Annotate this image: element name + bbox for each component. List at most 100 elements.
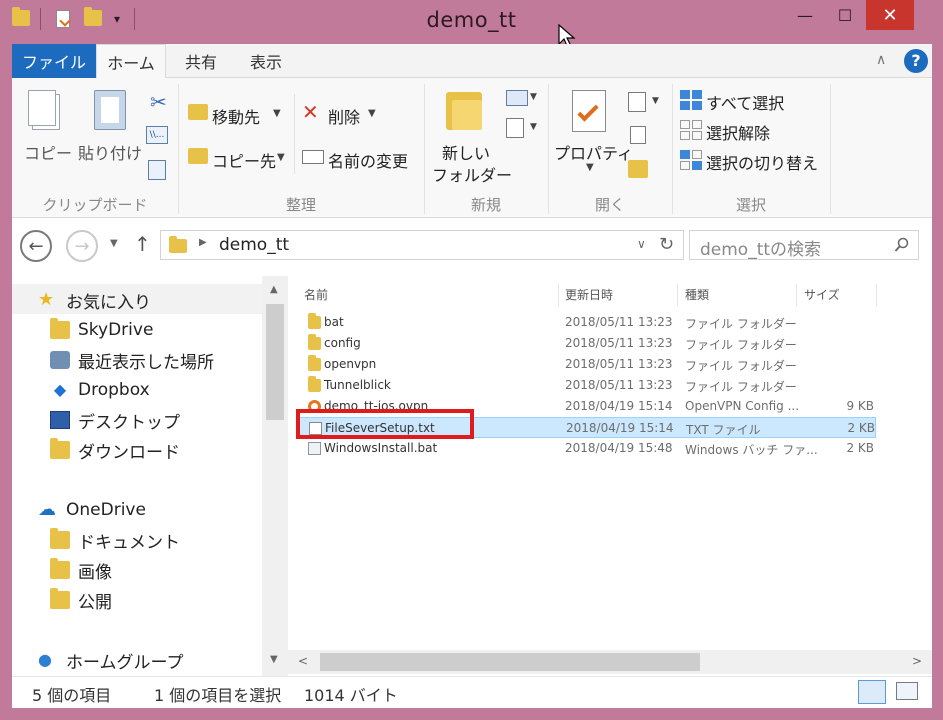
sidebar-item-label: お気に入り [66, 292, 151, 313]
table-row[interactable]: openvpn 2018/05/11 13:23 ファイル フォルダー [296, 354, 876, 375]
column-header-date[interactable]: 更新日時 [565, 286, 613, 303]
recent-locations-icon[interactable]: ▼ [110, 238, 118, 249]
cut-icon[interactable]: ✂ [150, 90, 167, 114]
easy-access-icon[interactable] [506, 118, 524, 138]
chevron-down-icon[interactable]: ▼ [586, 162, 594, 173]
horizontal-scrollbar[interactable]: < > [288, 650, 932, 674]
rename-icon [302, 150, 324, 164]
tab-file[interactable]: ファイル [12, 44, 96, 78]
column-header-type[interactable]: 種類 [685, 286, 709, 303]
sidebar-item-pictures[interactable]: 画像 [50, 556, 112, 584]
sidebar-item-onedrive[interactable]: ☁ OneDrive [38, 496, 146, 524]
table-row[interactable]: config 2018/05/11 13:23 ファイル フォルダー [296, 333, 876, 354]
file-name: config [324, 336, 361, 350]
maximize-button[interactable]: ☐ [822, 0, 868, 30]
scroll-down-icon[interactable]: ▼ [270, 654, 278, 665]
forward-button[interactable]: → [66, 230, 98, 262]
table-row[interactable]: Tunnelblick 2018/05/11 13:23 ファイル フォルダー [296, 375, 876, 396]
scrollbar-thumb[interactable] [266, 304, 284, 420]
copy-path-icon[interactable]: \\... [146, 126, 168, 144]
downloads-icon [50, 438, 70, 459]
group-label-clipboard: クリップボード [42, 196, 148, 214]
folder-icon [50, 528, 70, 549]
file-date: 2018/04/19 15:48 [565, 441, 673, 455]
sidebar-item-label: 画像 [78, 562, 112, 583]
new-folder-line1[interactable]: 新しい [442, 140, 490, 164]
scroll-up-icon[interactable]: ▲ [270, 284, 278, 295]
vertical-scrollbar[interactable]: ▲ ▼ [262, 276, 288, 676]
tab-view[interactable]: 表示 [238, 44, 294, 78]
group-label-organize: 整理 [285, 196, 316, 214]
collapse-ribbon-icon[interactable]: ∧ [876, 52, 886, 68]
chevron-down-icon[interactable]: ▼ [530, 92, 537, 102]
help-icon[interactable]: ? [904, 49, 928, 73]
copy-button[interactable]: コピー [24, 140, 72, 164]
sidebar-item-label: デスクトップ [78, 412, 180, 433]
move-to-button[interactable]: 移動先 [212, 104, 260, 128]
divider [796, 284, 797, 306]
sidebar-item-recent[interactable]: 最近表示した場所 [50, 346, 214, 374]
select-all-button[interactable]: すべて選択 [706, 90, 784, 114]
sidebar-item-desktop[interactable]: デスクトップ [50, 406, 180, 434]
invert-selection-button[interactable]: 選択の切り替え [706, 150, 818, 174]
chevron-down-icon[interactable]: ▼ [273, 108, 281, 119]
breadcrumb[interactable]: demo_tt [219, 235, 289, 255]
file-date: 2018/04/19 15:14 [565, 399, 673, 413]
scroll-right-icon[interactable]: > [912, 654, 922, 668]
chevron-down-icon[interactable]: ▼ [368, 108, 376, 119]
back-button[interactable]: ← [20, 230, 52, 262]
open-icon[interactable] [628, 92, 646, 112]
large-icons-view-icon[interactable] [896, 682, 918, 700]
new-folder-line2[interactable]: フォルダー [432, 162, 512, 186]
sidebar-item-homegroup[interactable]: ● ホームグループ [38, 646, 183, 674]
recent-places-icon [50, 351, 70, 369]
delete-button[interactable]: 削除 [328, 104, 360, 128]
rename-button[interactable]: 名前の変更 [328, 148, 408, 172]
refresh-icon[interactable]: ↻ [659, 234, 674, 255]
chevron-right-icon[interactable]: ▶ [199, 237, 207, 248]
status-size: 1014 バイト [304, 686, 398, 705]
tab-home[interactable]: ホーム [96, 44, 166, 79]
table-row[interactable]: bat 2018/05/11 13:23 ファイル フォルダー [296, 312, 876, 333]
chevron-down-icon[interactable]: ▼ [277, 152, 285, 163]
column-header-size[interactable]: サイズ [804, 286, 840, 303]
sidebar-item-dropbox[interactable]: ◆ Dropbox [50, 376, 150, 404]
file-type: ファイル フォルダー [685, 359, 797, 373]
select-none-button[interactable]: 選択解除 [706, 120, 770, 144]
divider [294, 94, 295, 174]
paste-shortcut-icon[interactable] [148, 160, 166, 180]
copy-to-button[interactable]: コピー先 [212, 148, 276, 172]
group-label-new: 新規 [470, 196, 501, 214]
column-header-name[interactable]: 名前 [304, 286, 328, 303]
address-bar[interactable]: ▶ demo_tt ∨ ↻ [160, 230, 684, 260]
file-date: 2018/05/11 13:23 [565, 357, 673, 371]
paste-button[interactable]: 貼り付け [78, 140, 142, 164]
sidebar-item-label: 最近表示した場所 [78, 352, 214, 373]
scroll-left-icon[interactable]: < [298, 654, 308, 668]
search-box[interactable]: demo_ttの検索 [689, 230, 919, 260]
sidebar-item-documents[interactable]: ドキュメント [50, 526, 180, 554]
scrollbar-thumb[interactable] [320, 653, 700, 671]
table-row[interactable]: WindowsInstall.bat 2018/04/19 15:48 Wind… [296, 438, 876, 459]
star-icon: ★ [38, 289, 55, 310]
close-button[interactable]: ✕ [866, 0, 914, 30]
chevron-down-icon[interactable]: ▼ [652, 96, 659, 106]
sidebar-item-public[interactable]: 公開 [50, 586, 112, 614]
search-input[interactable]: demo_ttの検索 [700, 235, 821, 260]
up-button[interactable]: ↑ [134, 232, 151, 256]
folder-icon [308, 313, 321, 329]
tab-share[interactable]: 共有 [172, 44, 230, 78]
sidebar-item-skydrive[interactable]: SkyDrive [50, 316, 153, 344]
history-icon[interactable] [628, 160, 648, 178]
search-icon[interactable] [894, 237, 910, 253]
new-item-icon[interactable] [506, 90, 528, 106]
properties-button[interactable]: プロパティ [554, 140, 633, 164]
file-date: 2018/04/19 15:14 [566, 421, 674, 435]
details-view-icon[interactable] [858, 680, 886, 704]
chevron-down-icon[interactable]: ▼ [530, 122, 537, 132]
chevron-down-icon[interactable]: ∨ [637, 237, 646, 251]
sidebar-item-favorites[interactable]: ★ お気に入り [38, 286, 151, 314]
file-type: TXT ファイル [686, 423, 761, 437]
sidebar-item-downloads[interactable]: ダウンロード [50, 436, 180, 464]
edit-icon[interactable] [630, 126, 646, 144]
